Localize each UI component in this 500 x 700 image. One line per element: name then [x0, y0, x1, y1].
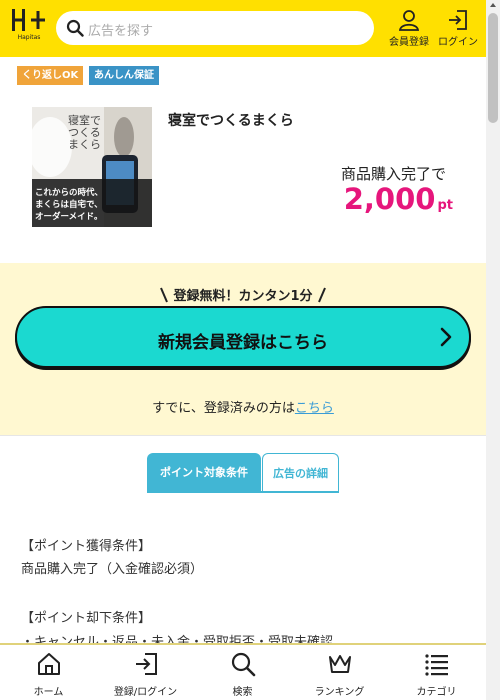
crown-icon	[328, 655, 351, 673]
signup-button[interactable]: 新規会員登録はこちら	[15, 306, 471, 368]
register-button[interactable]: 会員登録	[386, 9, 432, 49]
reward-points: 2,000 pt	[344, 182, 453, 216]
reward-condition: 商品購入完了で	[341, 165, 447, 183]
reject-heading: 【ポイント却下条件】	[21, 611, 152, 626]
nav-login[interactable]: 登録/ログイン	[97, 651, 194, 698]
scrollbar[interactable]	[486, 0, 500, 700]
scroll-up-arrow-icon[interactable]	[490, 3, 496, 7]
image-caption-line: オーダーメイド。	[35, 212, 103, 222]
tab-point-conditions[interactable]: ポイント対象条件	[147, 453, 261, 492]
tag-repeat-ok: くり返しOK	[17, 66, 84, 85]
chevron-right-icon	[440, 327, 452, 347]
list-icon	[424, 654, 448, 676]
logo-mark-icon	[12, 9, 45, 31]
home-icon	[37, 653, 60, 675]
login-button[interactable]: ログイン	[435, 9, 481, 49]
signup-free-text: 登録無料！カンタン1分	[0, 285, 486, 304]
nav-category-label: カテゴリ	[416, 687, 457, 698]
search-icon	[231, 652, 255, 677]
nav-home[interactable]: ホーム	[0, 651, 97, 698]
product-title[interactable]: 寝室でつくるまくら	[168, 110, 294, 130]
tag-guarantee: あんしん保証	[89, 66, 159, 85]
nav-login-label: 登録/ログイン	[113, 687, 178, 698]
search-icon	[66, 19, 84, 37]
backslash-deco-icon	[160, 287, 168, 303]
slash-deco-icon	[318, 287, 326, 303]
nav-home-label: ホーム	[33, 687, 64, 698]
tab-underline	[147, 491, 339, 493]
signup-button-label: 新規会員登録はこちら	[158, 333, 328, 353]
logo-text: Hapitas	[17, 34, 41, 41]
bottom-nav: ホーム 登録/ログイン 検索 ランキング カテゴリ	[0, 643, 486, 700]
image-caption-line: まくらは自宅で、	[35, 200, 103, 210]
signup-free-label: 登録無料！カンタン1分	[173, 289, 313, 304]
already-registered-text: すでに、登録済みの方はこちら	[0, 397, 486, 416]
tab-ad-details[interactable]: 広告の詳細	[262, 453, 339, 492]
register-label: 会員登録	[389, 37, 429, 48]
nav-search[interactable]: 検索	[194, 651, 291, 698]
earn-text: 商品購入完了（入金確認必須）	[21, 562, 204, 577]
login-icon	[135, 653, 157, 675]
nav-ranking[interactable]: ランキング	[291, 651, 388, 698]
scroll-thumb[interactable]	[488, 13, 498, 123]
login-icon	[449, 10, 467, 30]
login-link[interactable]: こちら	[295, 401, 334, 416]
already-registered-label: すでに、登録済みの方は	[152, 401, 295, 416]
hapitas-logo[interactable]: Hapitas	[11, 7, 47, 45]
user-icon	[398, 10, 420, 31]
reward-value: 2,000	[343, 182, 436, 216]
login-label: ログイン	[438, 37, 478, 48]
nav-category[interactable]: カテゴリ	[388, 651, 485, 698]
image-caption-line: これからの時代、	[35, 188, 104, 198]
image-heading-line: まくら	[68, 138, 101, 151]
search-input[interactable]: 広告を探す	[56, 11, 374, 45]
search-placeholder: 広告を探す	[88, 24, 154, 39]
nav-search-label: 検索	[232, 687, 253, 698]
reward-unit: pt	[437, 198, 453, 213]
nav-ranking-label: ランキング	[314, 687, 365, 698]
divider	[0, 435, 486, 436]
header: Hapitas 広告を探す 会員登録 ログイン	[0, 0, 486, 57]
earn-heading: 【ポイント獲得条件】	[21, 539, 152, 554]
product-image[interactable]: 寝室で つくる まくら これからの時代、 まくらは自宅で、 オーダーメイド。	[32, 107, 152, 227]
